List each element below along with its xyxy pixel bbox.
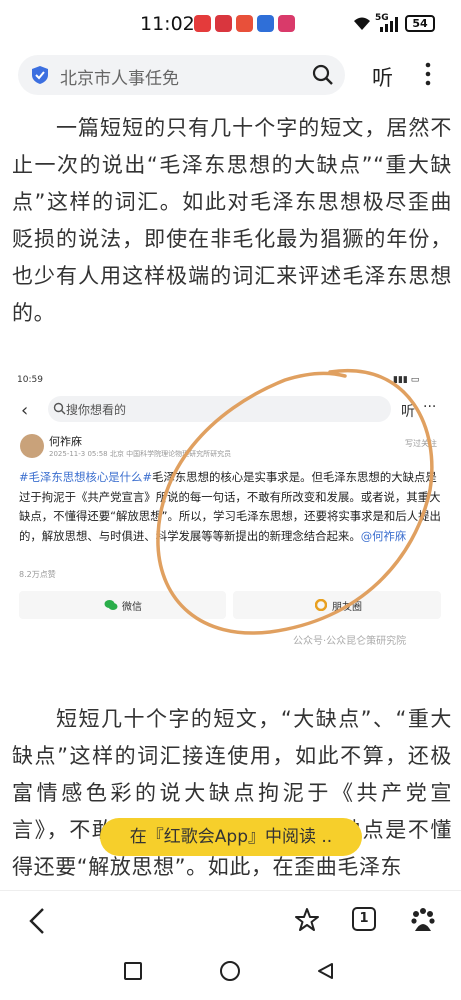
more-icon[interactable] [424,62,432,86]
avatar [20,434,44,458]
battery-indicator: 54 [405,15,435,32]
share-moments: 朋友圈 [233,591,441,619]
nav-back-icon[interactable] [316,962,334,980]
back-arrow-icon: ‹ [21,400,29,421]
status-time: 11:02 [140,13,195,35]
mention: @何祚庥 [360,528,407,543]
status-bar: 11:02 5G 54 [0,0,461,48]
paw-icon[interactable] [410,907,436,935]
cell-signal-icon [380,17,398,32]
watermark: 公众号·公众昆仑策研究院 [293,636,407,647]
hashtag: #毛泽东思想核心是什么# [19,470,152,484]
embedded-status-icons: ▮▮▮ ▭ [393,375,420,385]
author-name: 何祚庥 [49,435,82,448]
search-query[interactable]: 北京市人事任免 [60,64,179,89]
moments-icon [315,599,327,611]
notification-app-icon [257,15,274,32]
post-body: #毛泽东思想核心是什么#毛泽东思想的核心是实事求是。但毛泽东思想的大缺点是过于拘… [19,468,441,546]
article-paragraph: 一篇短短的只有几十个字的短文，居然不止一次的说出“毛泽东思想的大缺点”“重大缺点… [12,116,452,325]
post-meta: 2025-11-3 05:58 北京 中国科学院理论物理研究所研究员 [49,450,232,458]
embedded-status-time: 10:59 [17,375,43,385]
share-wechat: 微信 [19,591,226,619]
search-bar[interactable]: 北京市人事任免 [18,55,345,95]
shield-icon [32,66,48,84]
article-paragraph: 短短几十个字的短文，“大缺点”、“重大缺点”这样的词汇接连使用，如此不算，还极富… [12,707,452,879]
wifi-icon [354,17,370,30]
notification-app-icon [215,15,232,32]
search-icon [53,402,66,415]
tabs-button[interactable]: 1 [352,907,376,931]
search-icon[interactable] [312,64,334,86]
post-views: 8.2万点赞 [19,570,56,579]
embedded-search-placeholder: 搜你想看的 [66,403,127,417]
follow-label: 写过关注 [405,439,437,448]
listen-button[interactable]: 听 [372,62,393,92]
bottom-toolbar: 1 [0,890,461,950]
embedded-search-bar: 搜你想看的 [48,396,391,422]
back-icon[interactable] [28,907,46,935]
tab-count: 1 [359,911,369,926]
recents-button[interactable] [124,962,142,980]
notification-app-icon [236,15,253,32]
notification-app-icon [194,15,211,32]
wechat-icon [104,600,118,610]
open-in-app-banner[interactable]: 在『红歌会App』中阅读 .. [100,818,362,856]
star-icon[interactable] [294,907,320,933]
notification-app-icon [278,15,295,32]
home-button[interactable] [220,961,240,981]
share-moments-label: 朋友圈 [332,602,362,613]
share-wechat-label: 微信 [122,602,142,613]
embedded-more-label: ··· [423,399,437,415]
embedded-screenshot: 10:59 ▮▮▮ ▭ ‹ 搜你想看的 听 ··· 何祚庥 2025-11-3 … [13,370,447,650]
embedded-listen-label: 听 [401,404,415,420]
